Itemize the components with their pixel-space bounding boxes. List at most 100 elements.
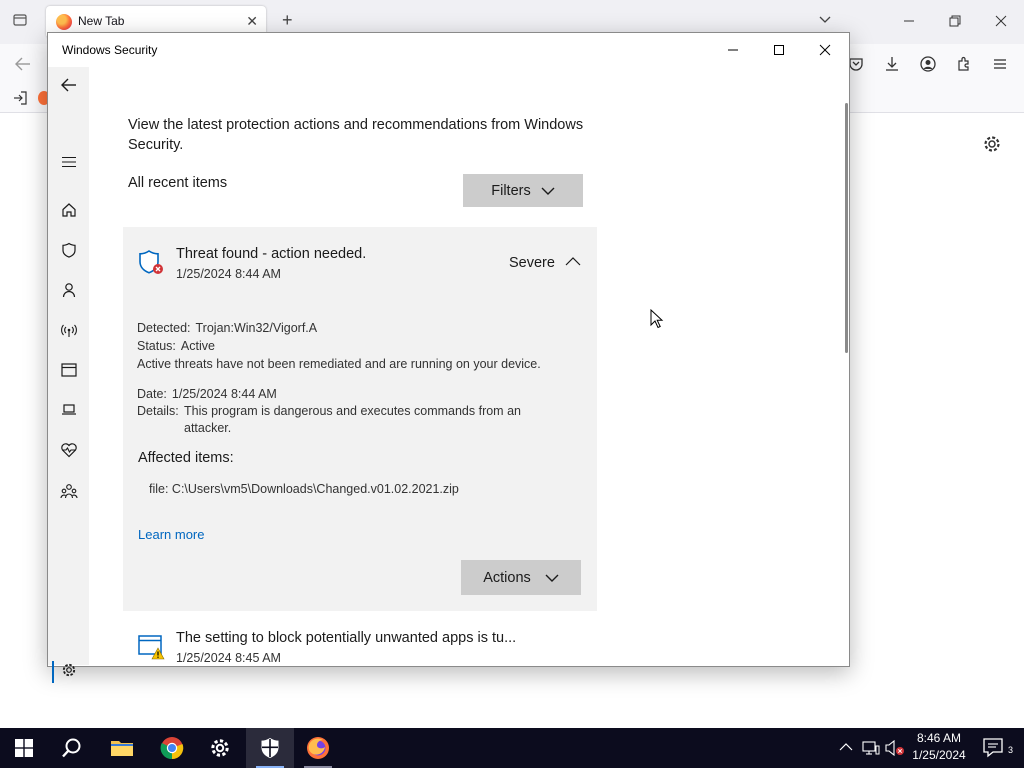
person-icon (62, 283, 75, 298)
threat-card: Threat found - action needed. 1/25/2024 … (123, 227, 597, 611)
family-icon (59, 484, 78, 499)
affected-file-path: file: C:\Users\vm5\Downloads\Changed.v01… (149, 482, 459, 496)
minimize-button[interactable] (710, 33, 756, 67)
clock-time: 8:46 AM (916, 731, 962, 745)
account-icon[interactable] (920, 56, 936, 72)
nav-device-performance[interactable] (48, 432, 89, 468)
list-all-tabs-icon[interactable] (12, 12, 28, 28)
status-label: Status: (137, 339, 176, 353)
firefox-icon (307, 737, 329, 759)
threat-title: Threat found - action needed. (176, 246, 367, 262)
windows-logo-icon (15, 739, 33, 757)
close-icon[interactable] (994, 14, 1008, 28)
pua-item-title: The setting to block potentially unwante… (176, 630, 517, 646)
tab-close-icon[interactable]: ✕ (246, 13, 258, 30)
learn-more-link[interactable]: Learn more (138, 527, 204, 542)
settings-gear-icon (62, 663, 75, 677)
chrome-icon (160, 737, 184, 760)
folder-icon (111, 741, 133, 756)
nav-device-security[interactable] (48, 392, 89, 428)
title-bar[interactable]: Windows Security (48, 33, 849, 67)
maximize-button[interactable] (756, 33, 802, 67)
firefox-taskbar-button[interactable] (294, 728, 342, 768)
firefox-icon (56, 14, 72, 30)
chevron-down-icon (541, 187, 555, 195)
network-icon[interactable] (862, 740, 880, 756)
import-bookmarks-icon[interactable] (12, 90, 28, 106)
tab-title: New Tab (78, 14, 125, 28)
protection-history-content: View the latest protection actions and r… (89, 67, 849, 665)
back-arrow-icon (60, 78, 76, 92)
windows-security-window: Windows Security View the latest protect… (47, 32, 850, 683)
settings-gear-icon (211, 739, 229, 757)
nav-account-protection[interactable] (48, 272, 89, 308)
heart-pulse-icon (60, 443, 77, 458)
window-title: Windows Security (62, 43, 158, 57)
file-explorer-button[interactable] (98, 728, 146, 768)
date-label: Date: (137, 387, 167, 401)
settings-gear-icon[interactable] (982, 134, 1002, 154)
extensions-icon[interactable] (956, 56, 972, 72)
nav-app-browser-control[interactable] (48, 352, 89, 388)
pua-item-date: 1/25/2024 8:45 AM (176, 651, 281, 665)
detected-label: Detected: (137, 321, 191, 335)
nav-virus-protection[interactable] (48, 232, 89, 268)
mouse-pointer-icon (650, 309, 664, 329)
menu-icon[interactable] (992, 56, 1008, 72)
notification-count: 3 (1008, 745, 1014, 755)
active-note: Active threats have not been remediated … (137, 357, 541, 371)
pocket-icon[interactable] (848, 56, 864, 72)
affected-items-heading: Affected items: (138, 450, 234, 466)
restore-icon[interactable] (948, 14, 962, 28)
intro-text: View the latest protection actions and r… (128, 117, 584, 153)
maximize-icon (774, 45, 784, 55)
nav-family-options[interactable] (48, 473, 89, 509)
filters-button[interactable]: Filters (463, 174, 583, 207)
system-clock[interactable]: 8:46 AM 1/25/2024 (900, 730, 978, 764)
taskbar: 8:46 AM 1/25/2024 (0, 728, 1024, 768)
status-value: Active (180, 339, 215, 353)
detected-row: Detected: Trojan:Win32/Vigorf.A (137, 320, 317, 337)
search-button[interactable] (48, 728, 96, 768)
date-row: Date: 1/25/2024 8:44 AM (137, 386, 277, 403)
back-button[interactable] (48, 67, 89, 103)
laptop-icon (61, 404, 76, 415)
details-value: This program is dangerous and executes c… (184, 404, 521, 435)
chevron-up-icon[interactable] (565, 256, 581, 266)
nav-home[interactable] (48, 192, 89, 228)
hamburger-menu-button[interactable] (48, 144, 89, 180)
windows-security-taskbar-button[interactable] (246, 728, 294, 768)
chevron-down-icon[interactable] (818, 12, 832, 26)
wireless-signal-icon (60, 324, 77, 337)
shield-icon (61, 242, 76, 258)
download-icon[interactable] (884, 56, 900, 72)
vertical-scrollbar[interactable] (845, 103, 848, 353)
search-icon (62, 738, 81, 758)
severity-label: Severe (509, 255, 555, 271)
settings-app-button[interactable] (196, 728, 244, 768)
actions-button[interactable]: Actions (461, 560, 581, 595)
shield-icon (261, 738, 279, 758)
close-icon (819, 44, 831, 56)
status-row: Status: Active (137, 338, 215, 355)
navigation-pane (48, 67, 89, 683)
shield-threat-icon (139, 250, 163, 274)
chevron-up-icon[interactable] (839, 740, 853, 754)
detected-value: Trojan:Win32/Vigorf.A (195, 321, 318, 335)
all-recent-items-label: All recent items (128, 175, 228, 191)
pua-setting-item[interactable]: The setting to block potentially unwante… (123, 627, 597, 665)
app-warning-icon (138, 635, 165, 660)
app-window-icon (60, 363, 77, 377)
hamburger-menu-icon (61, 157, 76, 167)
notification-icon[interactable] (982, 736, 1004, 758)
nav-settings[interactable] (48, 652, 89, 688)
start-button[interactable] (0, 728, 48, 768)
filters-label: Filters (491, 182, 531, 199)
new-tab-button[interactable]: + (282, 11, 293, 29)
back-arrow-icon[interactable] (14, 56, 32, 72)
chrome-button[interactable] (148, 728, 196, 768)
minimize-icon[interactable] (902, 14, 916, 28)
nav-firewall-network[interactable] (48, 312, 89, 348)
close-button[interactable] (802, 33, 848, 67)
clock-date: 1/25/2024 (912, 748, 966, 762)
